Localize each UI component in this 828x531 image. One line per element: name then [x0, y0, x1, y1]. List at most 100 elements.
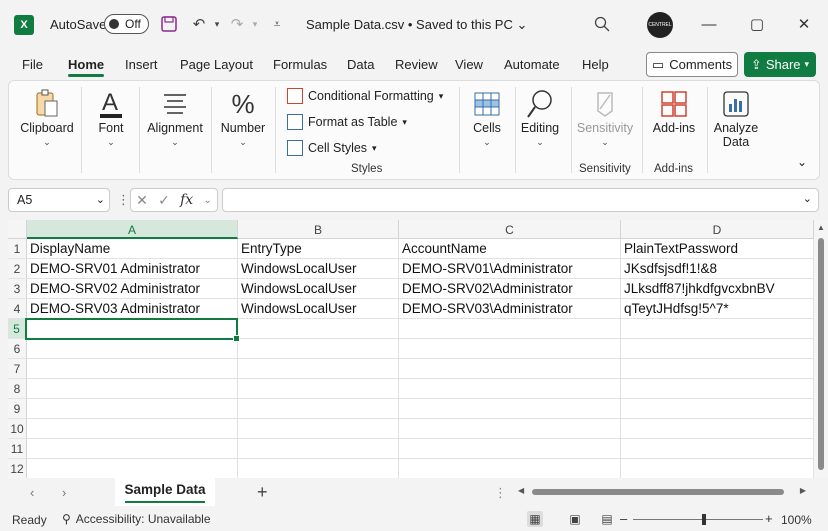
- chevron-down-icon[interactable]: ⌄: [803, 192, 812, 205]
- table-cell[interactable]: JKsdfsjsdf!1!&8: [621, 259, 814, 279]
- table-cell[interactable]: [399, 339, 621, 359]
- table-cell[interactable]: [399, 359, 621, 379]
- table-cell[interactable]: [621, 319, 814, 339]
- share-button[interactable]: ⇪ Share ▾: [744, 52, 816, 77]
- analyze-data-button[interactable]: Analyze Data: [709, 87, 763, 149]
- zoom-slider-knob[interactable]: [702, 514, 706, 525]
- table-cell[interactable]: WindowsLocalUser: [238, 279, 399, 299]
- tab-split-handle-icon[interactable]: ⋮: [494, 485, 507, 501]
- table-cell[interactable]: [27, 339, 238, 359]
- table-cell[interactable]: [399, 459, 621, 478]
- search-icon[interactable]: [591, 13, 613, 35]
- spreadsheet-grid[interactable]: A B C D 1 DisplayName EntryType AccountName…: [8, 220, 828, 478]
- table-cell[interactable]: [621, 459, 814, 478]
- tab-automate[interactable]: Automate: [504, 57, 560, 72]
- table-cell[interactable]: [238, 359, 399, 379]
- select-all-corner[interactable]: [8, 220, 27, 239]
- add-sheet-icon[interactable]: +: [257, 482, 268, 503]
- table-cell[interactable]: EntryType: [238, 239, 399, 259]
- row-header[interactable]: 9: [8, 399, 27, 419]
- table-cell[interactable]: [621, 439, 814, 459]
- table-cell[interactable]: [238, 319, 399, 339]
- table-cell[interactable]: [399, 399, 621, 419]
- avatar[interactable]: CENTREL: [647, 12, 673, 38]
- page-layout-view-icon[interactable]: ▣: [567, 511, 583, 527]
- row-header[interactable]: 12: [8, 459, 27, 478]
- tab-help[interactable]: Help: [582, 57, 609, 72]
- customize-toolbar-icon[interactable]: ⩡: [266, 13, 288, 35]
- number-button[interactable]: % Number ⌄: [217, 87, 269, 148]
- column-header-c[interactable]: C: [399, 220, 621, 239]
- page-break-view-icon[interactable]: ▤: [599, 511, 615, 527]
- table-cell[interactable]: DEMO-SRV02\Administrator: [399, 279, 621, 299]
- table-cell[interactable]: WindowsLocalUser: [238, 299, 399, 319]
- clipboard-button[interactable]: Clipboard ⌄: [20, 87, 74, 148]
- redo-dropdown-icon[interactable]: ▾: [244, 13, 266, 35]
- table-cell[interactable]: DEMO-SRV02 Administrator: [27, 279, 238, 299]
- tab-home[interactable]: Home: [68, 57, 105, 77]
- row-header[interactable]: 1: [8, 239, 27, 259]
- horizontal-scrollbar[interactable]: ◀ ▶: [518, 486, 806, 497]
- maximize-icon[interactable]: ▢: [745, 12, 769, 36]
- column-header-a[interactable]: A: [27, 220, 238, 239]
- tab-page-layout[interactable]: Page Layout: [180, 57, 253, 72]
- tab-insert[interactable]: Insert: [125, 57, 158, 72]
- table-cell[interactable]: PlainTextPassword: [621, 239, 814, 259]
- column-header-b[interactable]: B: [238, 220, 399, 239]
- undo-dropdown-icon[interactable]: ▾: [206, 13, 228, 35]
- table-cell[interactable]: [27, 399, 238, 419]
- more-options-icon[interactable]: ⋮: [117, 192, 130, 208]
- tab-review[interactable]: Review: [395, 57, 438, 72]
- table-cell[interactable]: AccountName: [399, 239, 621, 259]
- table-cell[interactable]: WindowsLocalUser: [238, 259, 399, 279]
- table-cell[interactable]: qTeytJHdfsg!5^7*: [621, 299, 814, 319]
- table-cell[interactable]: [238, 379, 399, 399]
- save-icon[interactable]: [158, 13, 180, 35]
- row-header[interactable]: 7: [8, 359, 27, 379]
- font-button[interactable]: A Font ⌄: [89, 87, 133, 148]
- row-header[interactable]: 10: [8, 419, 27, 439]
- enter-icon[interactable]: ✓: [158, 192, 170, 209]
- table-cell[interactable]: DisplayName: [27, 239, 238, 259]
- row-header[interactable]: 4: [8, 299, 27, 319]
- tab-data[interactable]: Data: [347, 57, 374, 72]
- scroll-right-icon[interactable]: ▶: [800, 486, 806, 495]
- document-title[interactable]: Sample Data.csv • Saved to this PC ⌄: [306, 17, 527, 33]
- cancel-icon[interactable]: ✕: [136, 192, 148, 209]
- scrollbar-thumb[interactable]: [818, 238, 824, 470]
- name-box[interactable]: A5 ⌄: [8, 188, 110, 212]
- table-cell[interactable]: [238, 439, 399, 459]
- chevron-right-icon[interactable]: ›: [62, 485, 66, 500]
- column-header-d[interactable]: D: [621, 220, 814, 239]
- zoom-in-icon[interactable]: +: [765, 511, 773, 526]
- scroll-left-icon[interactable]: ◀: [518, 486, 524, 495]
- table-cell[interactable]: [238, 399, 399, 419]
- zoom-slider[interactable]: [633, 514, 763, 525]
- row-header[interactable]: 11: [8, 439, 27, 459]
- zoom-level[interactable]: 100%: [781, 513, 812, 527]
- cells-button[interactable]: Cells ⌄: [465, 87, 509, 148]
- conditional-formatting-button[interactable]: Conditional Formatting ▾: [287, 88, 443, 104]
- accessibility-status[interactable]: ⚲ Accessibility: Unavailable: [62, 512, 211, 526]
- scroll-up-icon[interactable]: ▲: [817, 223, 825, 232]
- chevron-down-icon[interactable]: ⌄: [203, 195, 211, 206]
- sheet-tab[interactable]: Sample Data: [115, 478, 215, 506]
- comments-button[interactable]: ▭ Comments: [646, 52, 738, 77]
- table-cell[interactable]: DEMO-SRV03 Administrator: [27, 299, 238, 319]
- row-header[interactable]: 2: [8, 259, 27, 279]
- table-cell[interactable]: [621, 399, 814, 419]
- row-header[interactable]: 3: [8, 279, 27, 299]
- table-cell[interactable]: [399, 439, 621, 459]
- vertical-scrollbar[interactable]: ▲: [814, 220, 828, 478]
- editing-button[interactable]: Editing ⌄: [517, 87, 563, 148]
- table-cell[interactable]: JLksdff87!jhkdfgvcxbnBV: [621, 279, 814, 299]
- row-header[interactable]: 6: [8, 339, 27, 359]
- table-cell[interactable]: DEMO-SRV01 Administrator: [27, 259, 238, 279]
- table-cell[interactable]: [27, 459, 238, 478]
- formula-input[interactable]: ⌄: [222, 188, 819, 212]
- alignment-button[interactable]: Alignment ⌄: [145, 87, 205, 148]
- table-cell[interactable]: [238, 339, 399, 359]
- table-cell[interactable]: [621, 379, 814, 399]
- normal-view-icon[interactable]: ▦: [527, 511, 543, 527]
- format-as-table-button[interactable]: Format as Table ▾: [287, 114, 407, 130]
